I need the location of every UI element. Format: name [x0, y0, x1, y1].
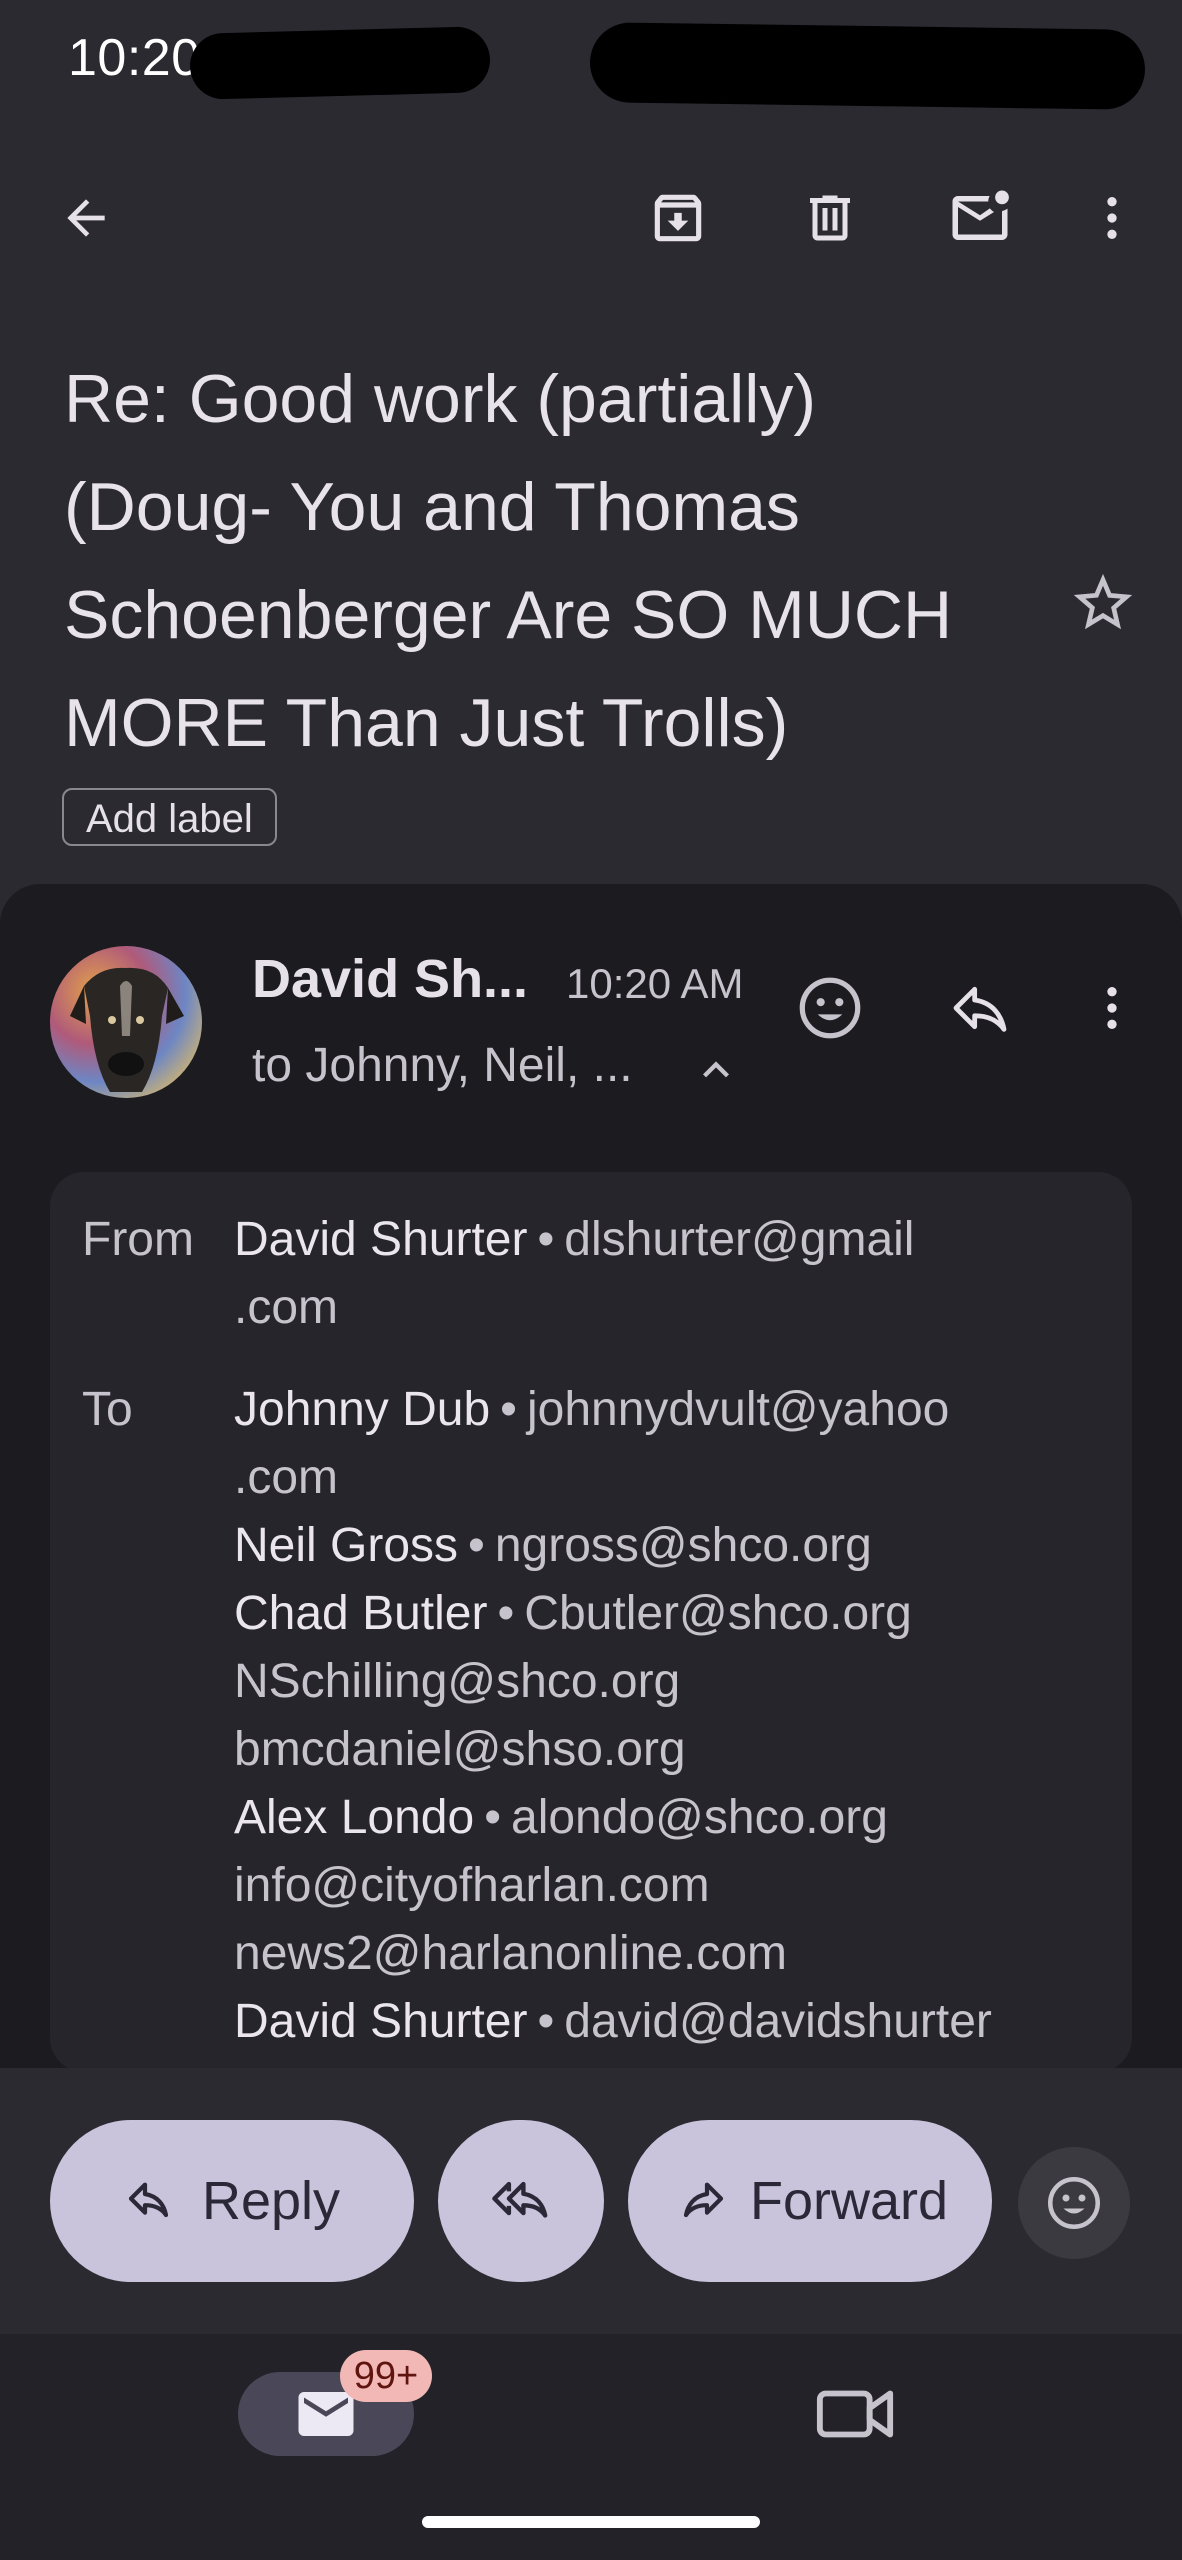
add-label-chip[interactable]: Add label — [62, 788, 277, 846]
recipient-line: .com — [234, 1444, 992, 1512]
mark-unread-button[interactable] — [932, 170, 1028, 266]
sender-name[interactable]: David Sh... — [252, 948, 528, 1010]
recipient-email: info@cityofharlan.com — [234, 1859, 710, 1912]
message-time: 10:20 AM — [566, 960, 744, 1007]
recipient-line[interactable]: bmcdaniel@shso.org — [234, 1716, 992, 1784]
nav-meet-tab[interactable] — [814, 2378, 896, 2450]
separator-dot: • — [468, 1519, 485, 1572]
unread-count-badge: 99+ — [340, 2350, 432, 2402]
trash-icon — [800, 188, 860, 248]
recipients-text: to Johnny, Neil, ... — [252, 1039, 633, 1092]
reply-all-button[interactable] — [438, 2120, 604, 2282]
message-more-button[interactable] — [1064, 960, 1160, 1056]
recipient-email: .com — [234, 1451, 339, 1504]
archive-button[interactable] — [630, 170, 726, 266]
reply-label: Reply — [201, 2171, 341, 2231]
recipient-line[interactable]: Alex Londo • alondo@shco.org — [234, 1784, 992, 1852]
recipient-line[interactable]: Neil Gross • ngross@shco.org — [234, 1512, 992, 1580]
more-vert-icon — [1084, 980, 1140, 1036]
collapse-details-button[interactable] — [690, 1044, 742, 1096]
recipient-email: bmcdaniel@shso.org — [234, 1723, 686, 1776]
recipient-email: ngross@shco.org — [494, 1519, 872, 1572]
recipient-email: johnnydvult@yahoo — [526, 1383, 950, 1436]
recipient-email: Cbutler@shco.org — [524, 1587, 912, 1640]
archive-icon — [647, 187, 709, 249]
to-label: To — [82, 1383, 133, 1436]
from-line[interactable]: David Shurter • dlshurter@gmail — [234, 1206, 914, 1274]
separator-dot: • — [484, 1791, 501, 1844]
subject-line: MORE Than Just Trolls) — [64, 685, 789, 761]
subject-line: Schoenberger Are SO MUCH — [64, 577, 953, 653]
subject-line: Re: Good work (partially) — [64, 361, 817, 437]
more-options-button[interactable] — [1064, 170, 1160, 266]
home-indicator[interactable] — [422, 2516, 760, 2528]
from-block: David Shurter • dlshurter@gmail .com — [234, 1206, 914, 1342]
from-name: David Shurter — [234, 1213, 528, 1266]
reply-all-icon — [492, 2172, 550, 2230]
reply-button[interactable]: Reply — [50, 2120, 414, 2282]
from-email: dlshurter@gmail — [564, 1213, 915, 1266]
reply-icon — [124, 2173, 202, 2229]
forward-button[interactable]: Forward — [628, 2120, 992, 2282]
forward-icon — [672, 2173, 750, 2229]
email-subject: Re: Good work (partially) (Doug- You and… — [64, 345, 1044, 777]
recipient-email: david@davidshurter — [564, 1995, 992, 2048]
recipient-line[interactable]: news2@harlanonline.com — [234, 1920, 992, 1988]
recipient-line[interactable]: info@cityofharlan.com — [234, 1852, 992, 1920]
more-vert-icon — [1084, 190, 1140, 246]
recipient-line[interactable]: David Shurter • david@davidshurter — [234, 1988, 992, 2056]
separator-dot: • — [537, 1995, 555, 2048]
back-button[interactable] — [38, 170, 134, 266]
reply-icon — [948, 976, 1012, 1040]
redaction-mark — [189, 26, 491, 100]
recipient-name: Johnny Dub — [234, 1383, 491, 1436]
separator-dot: • — [497, 1587, 515, 1640]
recipient-name: Alex Londo — [234, 1791, 475, 1844]
subject-line: (Doug- You and Thomas — [64, 469, 800, 545]
recipient-name: Neil Gross — [234, 1519, 459, 1572]
emoji-icon — [1044, 2173, 1104, 2233]
recipient-email: news2@harlanonline.com — [234, 1927, 788, 1980]
from-label: From — [82, 1213, 194, 1266]
avatar[interactable] — [50, 946, 202, 1098]
delete-button[interactable] — [782, 170, 878, 266]
separator-dot: • — [500, 1383, 517, 1436]
forward-label: Forward — [749, 2171, 949, 2231]
arrow-back-icon — [58, 190, 114, 246]
redaction-mark — [589, 22, 1146, 110]
emoji-icon — [795, 973, 865, 1043]
recipients-summary[interactable]: to Johnny, Neil, ... — [252, 1038, 633, 1093]
star-button[interactable] — [1068, 568, 1144, 644]
to-list: Johnny Dub • johnnydvult@yahoo .com Neil G… — [234, 1376, 992, 2056]
add-reaction-button[interactable] — [782, 960, 878, 1056]
separator-dot: • — [537, 1213, 555, 1266]
status-time: 10:20 — [68, 29, 201, 87]
chevron-up-icon — [690, 1044, 742, 1096]
recipient-name: David Shurter — [234, 1995, 528, 2048]
recipient-email: NSchilling@shco.org — [234, 1655, 681, 1708]
video-camera-icon — [814, 2378, 896, 2450]
recipient-name: Chad Butler — [234, 1587, 488, 1640]
recipient-line[interactable]: Johnny Dub • johnnydvult@yahoo — [234, 1376, 992, 1444]
star-icon — [1068, 568, 1144, 638]
reply-icon-button[interactable] — [932, 960, 1028, 1056]
recipient-email: alondo@shco.org — [511, 1791, 888, 1844]
recipient-line[interactable]: NSchilling@shco.org — [234, 1648, 992, 1716]
mark-unread-icon — [947, 185, 1013, 251]
recipient-line[interactable]: Chad Butler • Cbutler@shco.org — [234, 1580, 992, 1648]
from-email-wrap: .com — [234, 1281, 339, 1334]
react-emoji-button[interactable] — [1018, 2147, 1130, 2259]
